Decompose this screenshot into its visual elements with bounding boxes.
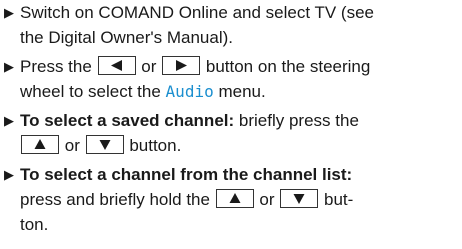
audio-menu-label: Audio xyxy=(165,82,214,101)
step-3-button: button. xyxy=(129,136,182,155)
step-4-but: but- xyxy=(324,190,354,209)
bullet-icon: ▶ xyxy=(4,59,14,74)
down-button-key xyxy=(280,189,319,208)
step-3-briefly-press: briefly press the xyxy=(238,111,359,130)
step-1-line-2: the Digital Owner's Manual). xyxy=(4,25,456,50)
step-2-button-on-wheel: button on the steering xyxy=(205,57,371,76)
step-2-line-2: wheel to select the Audio menu. xyxy=(4,79,456,104)
step-2-line-1: ▶ Press the or button on the steering xyxy=(4,54,456,79)
left-button-key xyxy=(97,56,136,75)
step-3-line-2: or button. xyxy=(4,133,456,158)
step-2-or: or xyxy=(141,57,157,76)
step-2-press-the: Press the xyxy=(20,57,92,76)
step-1-text-line-2: the Digital Owner's Manual). xyxy=(20,28,233,47)
step-1-line-1: ▶ Switch on COMAND Online and select TV (… xyxy=(4,0,456,25)
step-4-press-and-hold: press and briefly hold the xyxy=(20,190,210,209)
bullet-icon: ▶ xyxy=(4,5,14,20)
step-4-ton: ton. xyxy=(20,215,49,234)
down-button-key xyxy=(85,135,124,154)
triangle-down-icon xyxy=(99,140,111,150)
bullet-icon: ▶ xyxy=(4,167,14,182)
triangle-down-icon xyxy=(293,194,305,204)
instruction-step-4: ▶ To select a channel from the channel li… xyxy=(4,162,456,237)
step-2-wheel-to-select: wheel to select the xyxy=(20,82,161,101)
right-button-key xyxy=(162,56,201,75)
triangle-up-icon xyxy=(229,193,241,203)
instruction-step-1: ▶ Switch on COMAND Online and select TV (… xyxy=(4,0,456,50)
step-4-or: or xyxy=(259,190,275,209)
instruction-step-3: ▶ To select a saved channel: briefly pres… xyxy=(4,108,456,158)
manual-instructions: ▶ Switch on COMAND Online and select TV (… xyxy=(0,0,462,249)
step-4-line-3: ton. xyxy=(4,212,456,237)
instruction-step-2: ▶ Press the or button on the steering whe… xyxy=(4,54,456,104)
triangle-left-icon xyxy=(110,60,122,71)
step-3-heading: To select a saved channel: xyxy=(20,111,235,130)
step-3-line-1: ▶ To select a saved channel: briefly pres… xyxy=(4,108,456,133)
step-4-heading: To select a channel from the channel lis… xyxy=(20,165,353,184)
step-2-menu: menu. xyxy=(218,82,266,101)
step-3-or: or xyxy=(64,136,80,155)
up-button-key xyxy=(21,135,59,154)
up-button-key xyxy=(215,189,254,208)
step-4-line-2: press and briefly hold the or but- xyxy=(4,187,456,212)
triangle-right-icon xyxy=(176,60,188,71)
step-1-text-line-1: Switch on COMAND Online and select TV (s… xyxy=(20,3,374,22)
triangle-up-icon xyxy=(34,139,46,149)
step-4-line-1: ▶ To select a channel from the channel li… xyxy=(4,162,456,187)
bullet-icon: ▶ xyxy=(4,113,14,128)
